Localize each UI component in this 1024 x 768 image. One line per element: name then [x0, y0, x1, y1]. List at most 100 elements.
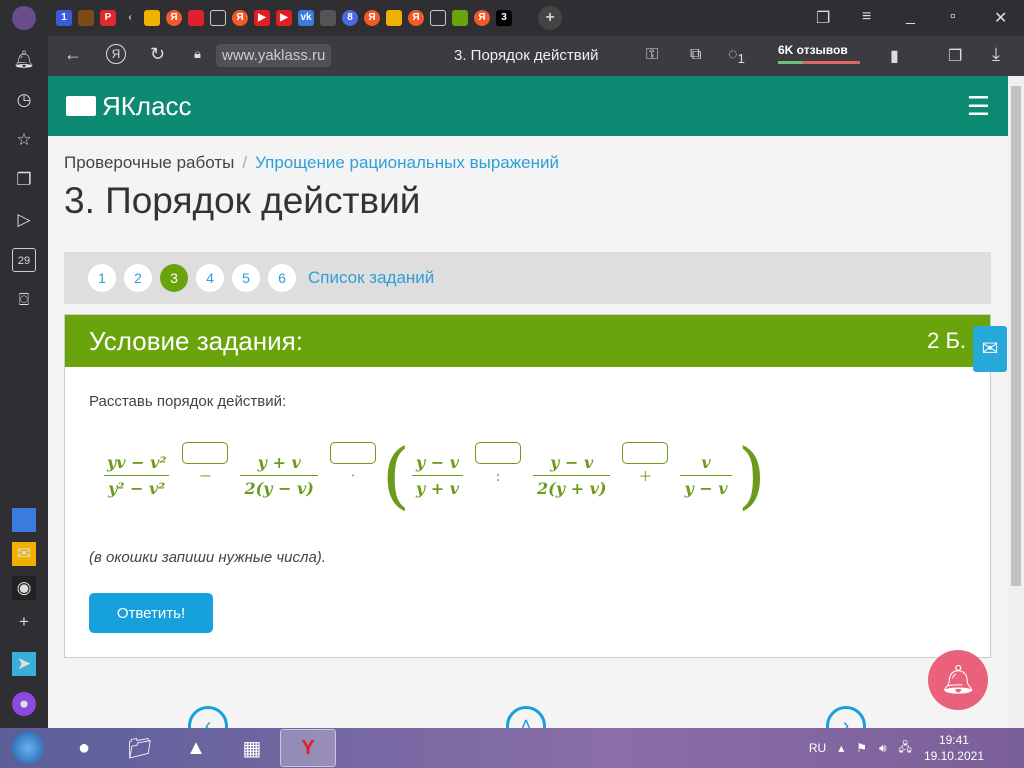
tab-icon[interactable] [144, 10, 160, 26]
yandex-tab-icon[interactable]: Я [474, 10, 490, 26]
system-tray: RU ▴ ⚑ 🔊︎ 🖧 19:41 19.10.2021 [809, 728, 984, 768]
tab-icon[interactable] [320, 10, 336, 26]
numerator: y − v [550, 452, 594, 472]
tab-icon[interactable] [188, 10, 204, 26]
step-4[interactable]: 4 [196, 264, 224, 292]
step-6[interactable]: 6 [268, 264, 296, 292]
fraction-4: y − v 2(y + v) [533, 452, 611, 498]
doc-tab-icon[interactable] [210, 10, 226, 26]
notification-bell-icon[interactable]: 🔔︎ [928, 650, 988, 710]
vk-tab-icon[interactable]: vk [298, 10, 314, 26]
tab-icon[interactable] [386, 10, 402, 26]
messenger-icon[interactable]: ➤ [12, 652, 36, 676]
up-arrow-icon[interactable]: ˄ [506, 706, 546, 728]
prev-arrow-icon[interactable]: ‹ [188, 706, 228, 728]
order-input-3[interactable] [475, 441, 522, 464]
bookmark-icon[interactable]: ▮ [890, 46, 899, 66]
youtube-tab-icon[interactable]: ▶ [254, 10, 270, 26]
collections-icon[interactable]: ❐ [948, 46, 962, 66]
yandex-icon[interactable]: Я [106, 44, 126, 64]
breadcrumb-current[interactable]: Упрощение рациональных выражений [255, 153, 559, 172]
fraction-1: yv − v² y² − v² [103, 453, 170, 498]
step-5[interactable]: 5 [232, 264, 260, 292]
add-panel-icon[interactable]: + [12, 610, 36, 634]
video-icon[interactable]: ▷ [12, 208, 36, 232]
mail-icon[interactable]: ✉ [973, 326, 1007, 372]
yandex-tab-icon[interactable]: Я [166, 10, 182, 26]
tab-icon[interactable]: 8 [342, 10, 358, 26]
add-tab-icon[interactable]: ⧉ [690, 46, 701, 64]
order-input-2[interactable] [329, 441, 376, 464]
collections-icon[interactable]: ❐ [12, 168, 36, 192]
step-1[interactable]: 1 [88, 264, 116, 292]
url-field[interactable]: www.yaklass.ru [216, 44, 332, 67]
yandex-browser-taskbar-icon[interactable]: Y [280, 729, 336, 767]
slot-4: + [622, 441, 669, 485]
step-2[interactable]: 2 [124, 264, 152, 292]
task-list-link[interactable]: Список заданий [308, 268, 434, 288]
close-button[interactable]: ✕ [994, 8, 1007, 28]
tab-icon[interactable]: 1 [56, 10, 72, 26]
math-expression: yv − v² y² − v² − y + v 2(y − v) · ( y − v… [97, 433, 766, 517]
menu-icon[interactable]: ≡ [862, 8, 871, 26]
yandex-tab-icon[interactable]: Я [232, 10, 248, 26]
alice-icon[interactable]: ● [12, 692, 36, 716]
breadcrumb-parent[interactable]: Проверочные работы [64, 153, 234, 172]
tab-icon[interactable]: 3 [496, 10, 512, 26]
calendar-icon[interactable]: 29 [12, 248, 36, 272]
taskbar: ● 📁︎ ▲ ▦ Y RU ▴ ⚑ 🔊︎ 🖧 19:41 19.10.2021 [0, 728, 1024, 768]
tab-icon[interactable] [78, 10, 94, 26]
alice-taskbar-icon[interactable]: ● [56, 729, 112, 767]
yandex-tab-icon[interactable]: Я [408, 10, 424, 26]
new-tab-button[interactable]: + [538, 6, 562, 30]
start-button[interactable] [0, 729, 56, 767]
network-icon[interactable]: 🖧 [899, 738, 912, 759]
bell-icon[interactable]: 🔔︎ [12, 48, 36, 72]
fraction-3: y − vy + v [411, 453, 464, 498]
reviews-button[interactable]: 6K отзывов [778, 43, 860, 64]
history-icon[interactable]: ◷ [12, 88, 36, 112]
app-icon[interactable] [12, 508, 36, 532]
doc-tab-icon[interactable] [430, 10, 446, 26]
language-indicator[interactable]: RU [809, 741, 826, 755]
app-icon[interactable]: ◉ [12, 576, 36, 600]
youtube-tab-icon[interactable]: ▶ [276, 10, 292, 26]
pinterest-tab-icon[interactable]: P [100, 10, 116, 26]
star-icon[interactable]: ☆ [12, 128, 36, 152]
bookmarks-icon[interactable]: ❐ [816, 8, 830, 28]
order-input-1[interactable] [182, 441, 229, 464]
profile-avatar[interactable] [12, 6, 36, 30]
step-3[interactable]: 3 [160, 264, 188, 292]
next-arrow-icon[interactable]: › [826, 706, 866, 728]
minimize-button[interactable]: _ [906, 8, 915, 26]
explorer-icon[interactable]: 📁︎ [112, 729, 168, 767]
archiver-icon[interactable]: ▦ [224, 729, 280, 767]
extension-icon[interactable]: ◌1 [728, 46, 745, 66]
lock-icon[interactable]: 🔒︎ [194, 46, 201, 62]
tabs-scroll-left-icon[interactable]: ‹ [122, 10, 138, 26]
operator-multiply: · [350, 465, 356, 485]
mail-app-icon[interactable]: ✉ [12, 542, 36, 566]
reload-icon[interactable]: ↻ [150, 44, 165, 65]
answer-button[interactable]: Ответить! [89, 593, 213, 633]
screenshot-icon[interactable]: ⌼ [12, 288, 36, 312]
instruction: Расставь порядок действий: [89, 393, 287, 410]
password-icon[interactable]: ⚿ [646, 46, 658, 64]
slot-2: · [329, 441, 376, 485]
restore-button[interactable]: ▫ [950, 8, 956, 26]
back-icon[interactable]: ← [64, 44, 82, 65]
download-icon[interactable]: ⤓ [992, 44, 1000, 65]
scrollbar-thumb[interactable] [1011, 86, 1021, 586]
flag-icon[interactable]: ⚑ [856, 741, 867, 755]
game-icon[interactable]: ▲ [168, 729, 224, 767]
volume-icon[interactable]: 🔊︎ [879, 741, 887, 756]
active-tab-icon[interactable] [452, 10, 468, 26]
order-input-4[interactable] [622, 441, 669, 464]
clock[interactable]: 19:41 19.10.2021 [924, 732, 984, 764]
tray-expand-icon[interactable]: ▴ [838, 741, 844, 755]
yandex-tab-icon[interactable]: Я [364, 10, 380, 26]
scrollbar[interactable] [1008, 76, 1024, 728]
open-paren: ( [381, 433, 410, 517]
site-logo[interactable]: ЯКласс [66, 91, 192, 122]
hamburger-menu-icon[interactable]: ☰ [967, 91, 990, 122]
